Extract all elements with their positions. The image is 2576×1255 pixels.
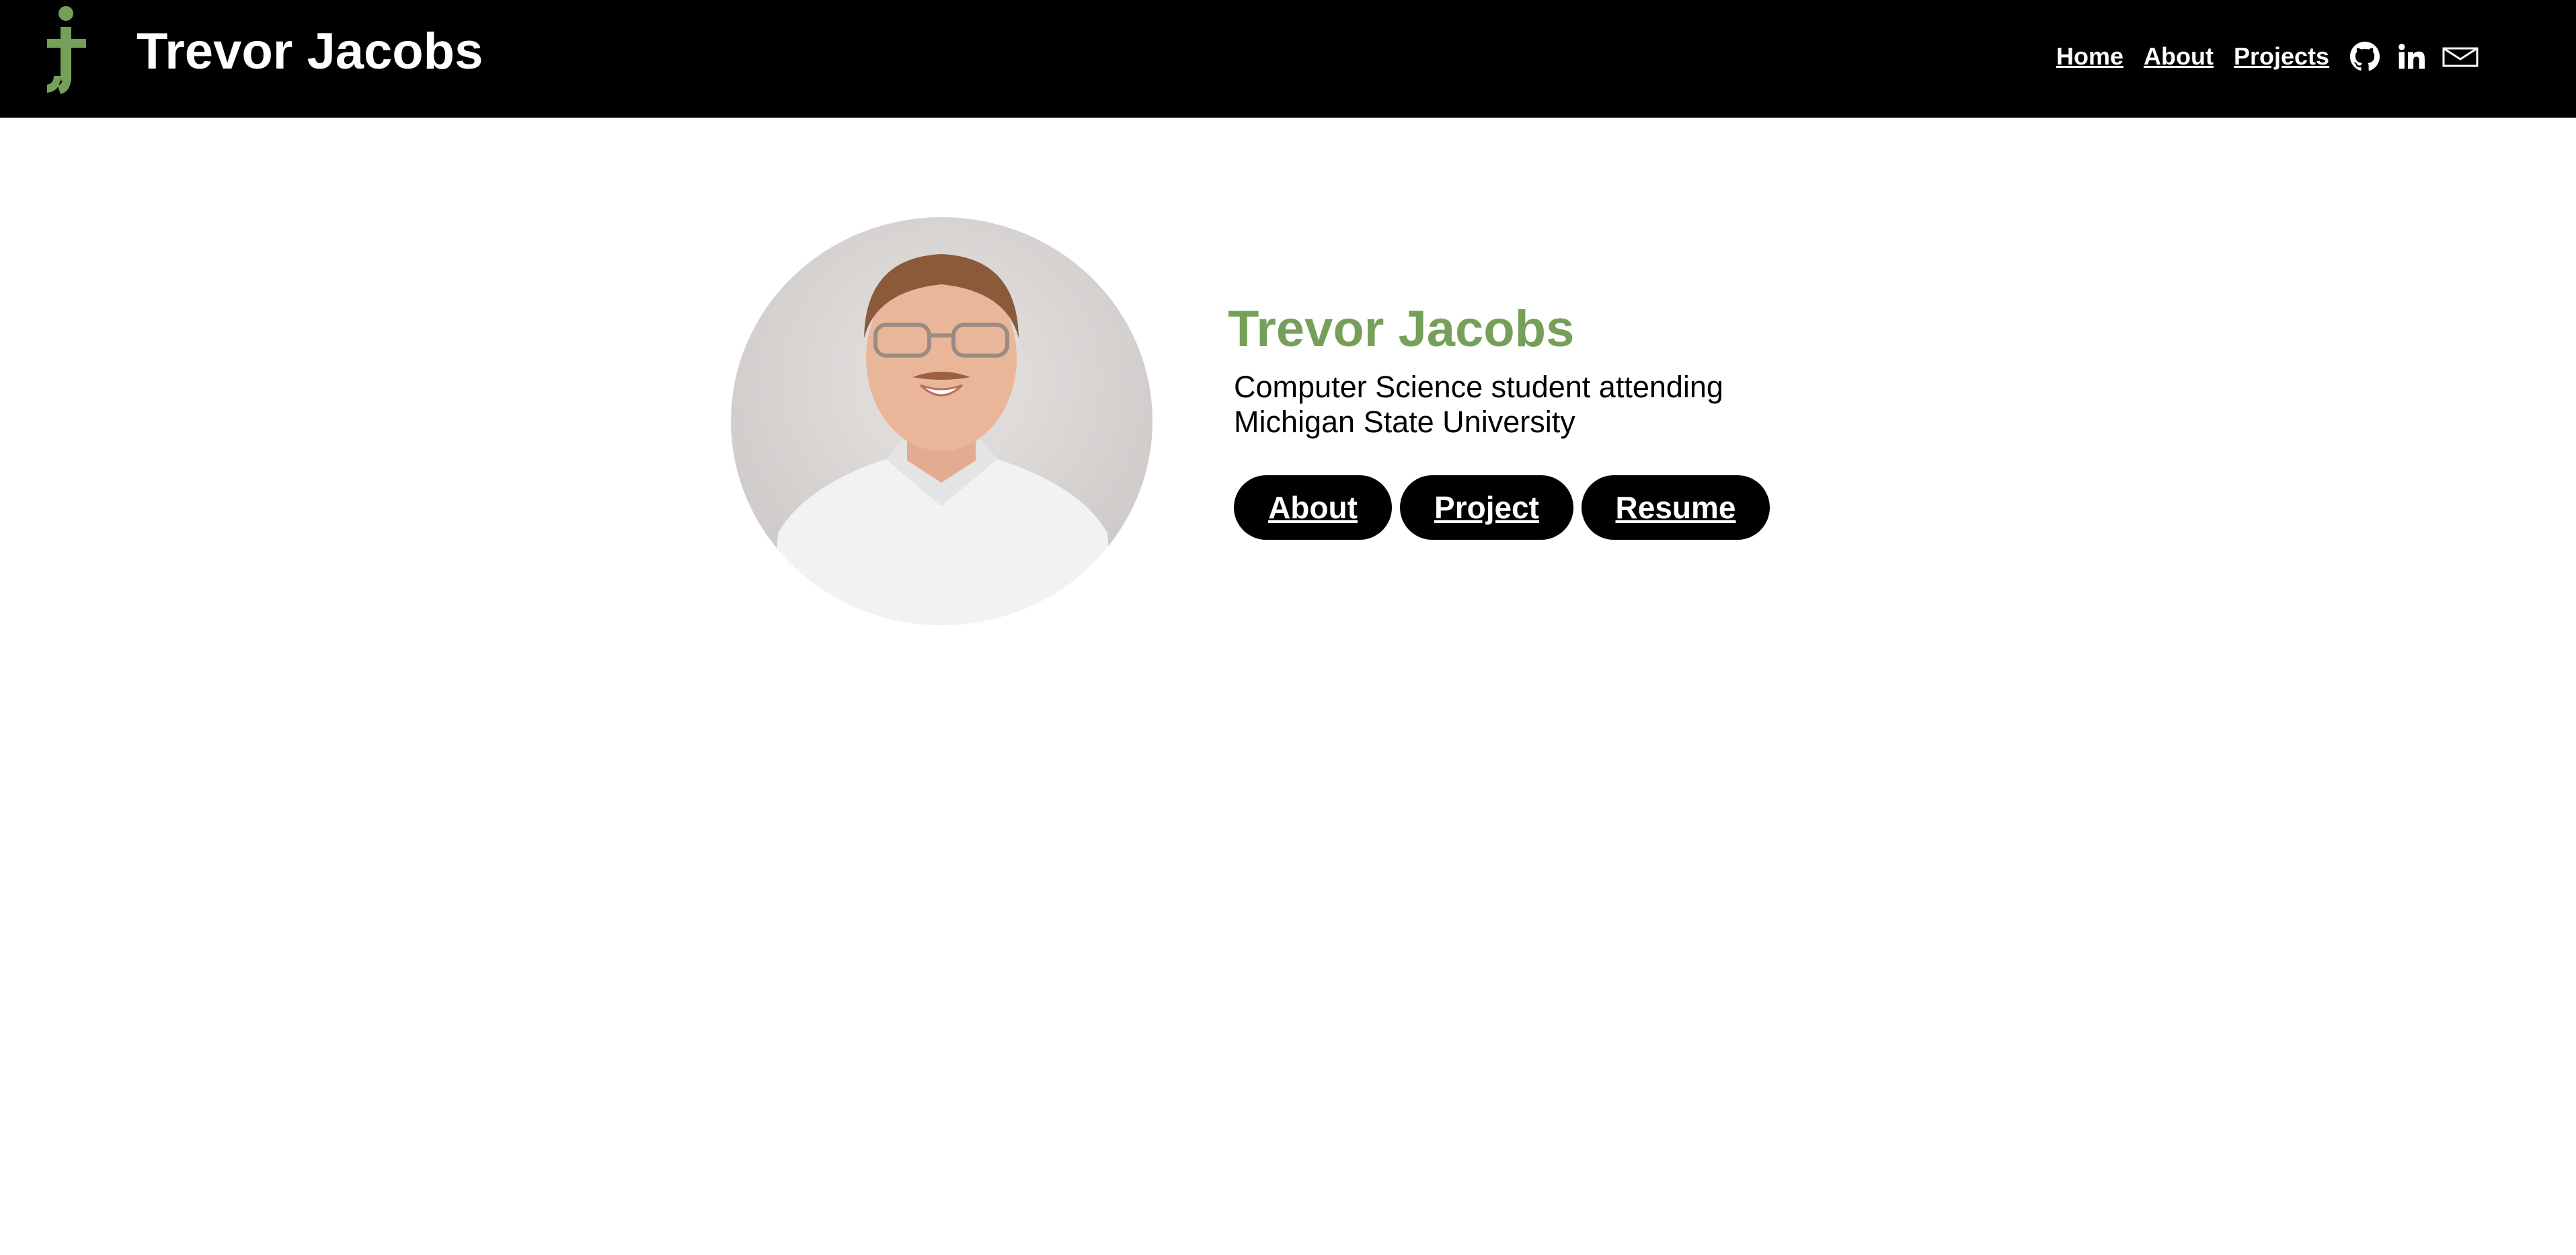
resume-button[interactable]: Resume [1582, 475, 1770, 540]
top-navigation-bar: Trevor Jacobs Home About Projects [0, 0, 2576, 118]
tj-logo-icon[interactable] [39, 5, 93, 96]
profile-photo [731, 217, 1153, 625]
hero-name: Trevor Jacobs [1228, 300, 1575, 358]
hero-button-group: About Project Resume [1234, 475, 1778, 540]
main-nav: Home About Projects [2056, 39, 2496, 74]
site-title[interactable]: Trevor Jacobs [136, 22, 483, 82]
project-button[interactable]: Project [1400, 475, 1573, 540]
linkedin-icon[interactable] [2398, 43, 2425, 70]
about-button[interactable]: About [1234, 475, 1392, 540]
nav-projects-link[interactable]: Projects [2234, 42, 2329, 71]
nav-about-link[interactable]: About [2144, 42, 2214, 71]
github-icon[interactable] [2349, 41, 2380, 72]
nav-home-link[interactable]: Home [2056, 42, 2123, 71]
hero-description: Computer Science student attending Michi… [1234, 370, 1723, 439]
mail-icon[interactable] [2442, 44, 2479, 69]
